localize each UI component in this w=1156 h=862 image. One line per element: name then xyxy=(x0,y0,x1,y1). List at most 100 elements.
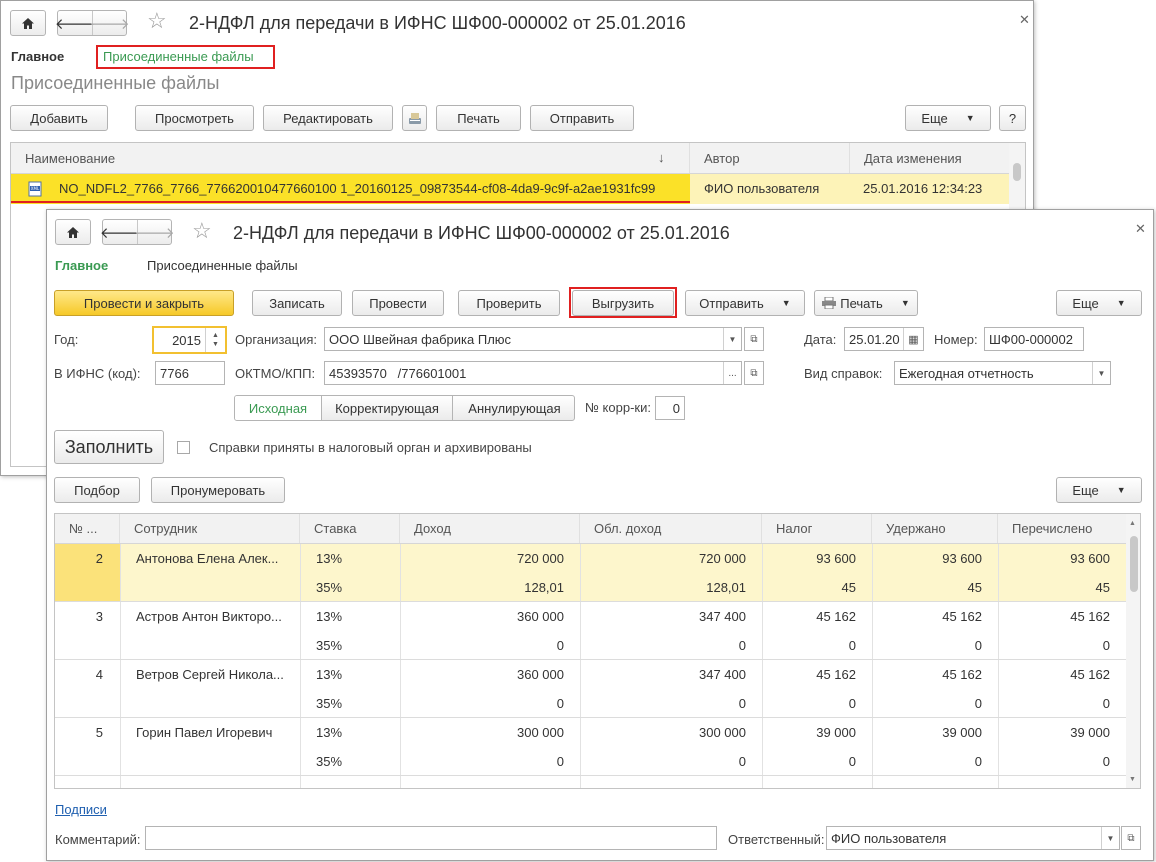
send-button[interactable]: Отправить xyxy=(530,105,634,131)
seg-correcting[interactable]: Корректирующая xyxy=(322,396,453,420)
employee-name: Антонова Елена Алек... xyxy=(136,551,279,566)
col-withheld[interactable]: Удержано xyxy=(872,514,998,543)
employees-scrollbar[interactable]: ▲ ▼ xyxy=(1126,514,1140,788)
organization-select[interactable]: ООО Швейная фабрика Плюс ▼ xyxy=(324,327,742,351)
accepted-checkbox[interactable] xyxy=(177,441,190,454)
fill-button[interactable]: Заполнить xyxy=(54,430,164,464)
table-row[interactable]: 5 Горин Павел Игоревич 13% 300 000 300 000 39… xyxy=(55,718,1126,776)
cell-withheld: 39 000 xyxy=(942,725,982,740)
col-author[interactable]: Автор xyxy=(690,143,850,173)
chevron-down-icon: ▼ xyxy=(1116,298,1126,308)
col-name[interactable]: Наименование xyxy=(11,143,690,173)
table-row[interactable]: 3 Астров Антон Викторо... 13% 360 000 347 40… xyxy=(55,602,1126,660)
chevron-down-icon: ▼ xyxy=(781,298,791,308)
close-icon[interactable]: ✕ xyxy=(1019,12,1030,28)
seg-cancel[interactable]: Аннулирующая xyxy=(453,396,574,420)
responsible-select[interactable]: ФИО пользователя ▼ xyxy=(826,826,1120,850)
home-button[interactable] xyxy=(55,219,91,245)
scroll-thumb[interactable] xyxy=(1130,536,1138,592)
cell-rate: 35% xyxy=(316,638,343,653)
open-responsible-button[interactable]: ⧉ xyxy=(1121,826,1141,850)
accepted-label: Справки приняты в налоговый орган и архи… xyxy=(209,440,532,455)
comment-input[interactable] xyxy=(145,826,717,850)
svg-text:XML: XML xyxy=(31,186,40,191)
kind-select[interactable]: Ежегодная отчетность ▼ xyxy=(894,361,1111,385)
col-taxable[interactable]: Обл. доход xyxy=(580,514,762,543)
nav-attached-files[interactable]: Присоединенные файлы xyxy=(147,258,298,273)
calendar-icon[interactable]: ▦ xyxy=(903,328,923,350)
column-divider xyxy=(120,602,121,660)
help-button[interactable]: ? xyxy=(999,105,1026,131)
open-oktmo-button[interactable]: ⧉ xyxy=(744,361,764,385)
column-divider xyxy=(400,544,401,602)
chevron-down-icon[interactable]: ▼ xyxy=(1092,362,1110,384)
signatures-link[interactable]: Подписи xyxy=(55,802,107,817)
red-underline xyxy=(11,201,690,203)
more-button[interactable]: Еще ▼ xyxy=(1056,290,1142,316)
col-employee[interactable]: Сотрудник xyxy=(120,514,300,543)
post-button[interactable]: Провести xyxy=(352,290,444,316)
column-divider xyxy=(872,544,873,602)
more-button[interactable]: Еще ▼ xyxy=(905,105,991,131)
table-row[interactable]: 4 Ветров Сергей Никола... 13% 360 000 347 40… xyxy=(55,660,1126,718)
col-paid[interactable]: Перечислено xyxy=(998,514,1126,543)
seg-initial[interactable]: Исходная xyxy=(235,396,322,420)
year-stepper[interactable]: ▲ ▼ xyxy=(205,328,225,352)
open-organization-button[interactable]: ⧉ xyxy=(744,327,764,351)
forward-arrow-icon[interactable]: 🡒 xyxy=(134,220,175,244)
oktmo-select[interactable]: 45393570 /776601001 ... xyxy=(324,361,742,385)
back-arrow-icon[interactable]: 🡐 xyxy=(100,220,140,244)
number-input[interactable]: ШФ00-000002 xyxy=(984,327,1084,351)
scroll-thumb[interactable] xyxy=(1013,163,1021,181)
table-row[interactable]: 2 Антонова Елена Алек... 13% 720 000 720 000… xyxy=(55,544,1126,602)
ifns-input[interactable]: 7766 xyxy=(155,361,225,385)
col-income[interactable]: Доход xyxy=(400,514,580,543)
edit-button[interactable]: Редактировать xyxy=(263,105,393,131)
col-rate-label: Ставка xyxy=(314,521,357,536)
column-divider xyxy=(872,776,873,788)
table-row-partial[interactable] xyxy=(55,776,1126,788)
scroll-up-icon[interactable]: ▲ xyxy=(1129,520,1136,527)
column-divider xyxy=(580,602,581,660)
open-window-icon: ⧉ xyxy=(1127,832,1135,844)
cell-income: 300 000 xyxy=(517,725,564,740)
table-more-button[interactable]: Еще ▼ xyxy=(1056,477,1142,503)
forward-arrow-icon[interactable]: 🡒 xyxy=(89,11,130,35)
date-input[interactable]: 25.01.20 ▦ xyxy=(844,327,924,351)
column-divider xyxy=(300,776,301,788)
select-button[interactable]: Подбор xyxy=(54,477,140,503)
column-divider xyxy=(120,776,121,788)
chevron-down-icon[interactable]: ▼ xyxy=(723,328,741,350)
renumber-button[interactable]: Пронумеровать xyxy=(151,477,285,503)
print-button[interactable]: Печать xyxy=(436,105,521,131)
view-button[interactable]: Просмотреть xyxy=(135,105,254,131)
year-input[interactable]: 2015 ▲ ▼ xyxy=(152,326,227,354)
ellipsis-icon[interactable]: ... xyxy=(723,362,741,384)
check-button[interactable]: Проверить xyxy=(458,290,560,316)
close-icon[interactable]: ✕ xyxy=(1135,221,1146,237)
chevron-down-icon[interactable]: ▼ xyxy=(1101,827,1119,849)
favorite-star-icon[interactable]: ☆ xyxy=(147,8,167,34)
post-and-close-button[interactable]: Провести и закрыть xyxy=(54,290,234,316)
col-date[interactable]: Дата изменения xyxy=(850,143,1009,173)
home-button[interactable] xyxy=(10,10,46,36)
col-tax[interactable]: Налог xyxy=(762,514,872,543)
add-button[interactable]: Добавить xyxy=(10,105,108,131)
cell-withheld: 45 162 xyxy=(942,667,982,682)
save-button[interactable]: Записать xyxy=(252,290,342,316)
print-button[interactable]: Печать ▼ xyxy=(814,290,918,316)
col-rate[interactable]: Ставка xyxy=(300,514,400,543)
send-button[interactable]: Отправить ▼ xyxy=(685,290,805,316)
back-arrow-icon[interactable]: 🡐 xyxy=(55,11,95,35)
nav-main[interactable]: Главное xyxy=(11,49,64,64)
corr-number-label: № корр-ки: xyxy=(585,400,651,415)
scroll-down-icon[interactable]: ▼ xyxy=(1129,776,1136,783)
scanner-button[interactable] xyxy=(402,105,427,131)
corr-number-input[interactable]: 0 xyxy=(655,396,685,420)
col-number[interactable]: № ... xyxy=(55,514,120,543)
files-table-header: Наименование ↓ Автор Дата изменения xyxy=(11,143,1009,174)
column-divider xyxy=(998,660,999,718)
favorite-star-icon[interactable]: ☆ xyxy=(192,218,212,244)
col-number-label: № ... xyxy=(69,521,98,536)
nav-main[interactable]: Главное xyxy=(55,258,108,273)
